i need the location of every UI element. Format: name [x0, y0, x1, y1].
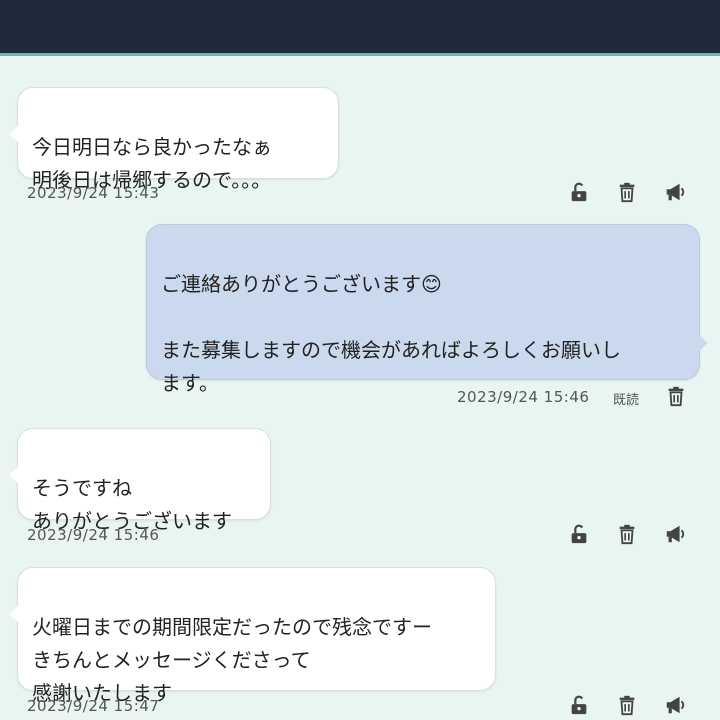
incoming-message-bubble: 今日明日なら良かったなぁ 明後日は帰郷するので。。。 [9, 87, 339, 192]
message-text: 火曜日までの期間限定だったので残念ですー きちんとメッセージくださって 感謝いた… [32, 615, 432, 705]
megaphone-icon[interactable] [662, 692, 688, 718]
app-header-bar [0, 0, 720, 56]
incoming-message-bubble: 火曜日までの期間限定だったので残念ですー きちんとメッセージくださって 感謝いた… [9, 567, 496, 705]
message-timestamp: 2023/9/24 15:46 [27, 526, 160, 544]
megaphone-icon[interactable] [662, 179, 688, 205]
read-receipt: 既読 [613, 393, 640, 408]
unlock-icon[interactable] [566, 179, 592, 205]
trash-icon[interactable] [614, 692, 640, 718]
message-text: ご連絡ありがとうございます😊 また募集しますので機会があればよろしくお願いし ま… [161, 272, 621, 395]
unlock-icon[interactable] [566, 521, 592, 547]
trash-icon[interactable] [614, 179, 640, 205]
message-thread[interactable]: 今日明日なら良かったなぁ 明後日は帰郷するので。。。 2023/9/24 15:… [0, 56, 720, 720]
outgoing-message-bubble: ご連絡ありがとうございます😊 また募集しますので機会があればよろしくお願いし ま… [146, 224, 708, 395]
message-text: そうですね ありがとうございます [32, 476, 232, 533]
message-timestamp: 2023/9/24 15:43 [27, 184, 160, 202]
trash-icon[interactable] [663, 383, 689, 409]
message-timestamp: 2023/9/24 15:47 [27, 697, 160, 715]
megaphone-icon[interactable] [662, 521, 688, 547]
unlock-icon[interactable] [566, 692, 592, 718]
trash-icon[interactable] [614, 521, 640, 547]
message-timestamp: 2023/9/24 15:46 [457, 388, 590, 406]
incoming-message-bubble: そうですね ありがとうございます [9, 428, 271, 533]
